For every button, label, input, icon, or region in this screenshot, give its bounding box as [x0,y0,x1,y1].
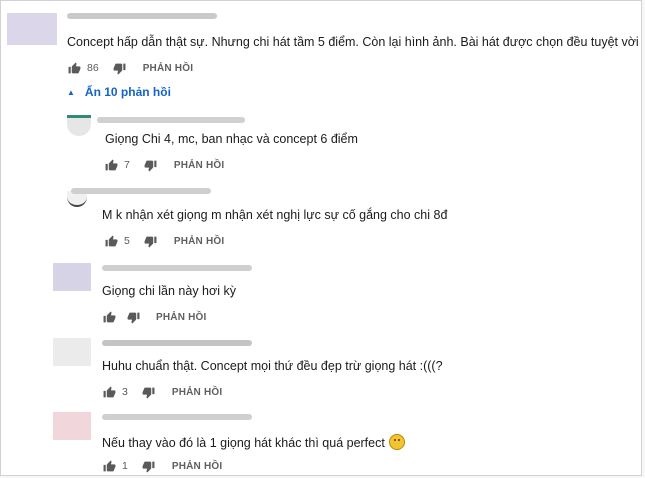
reply-text: Huhu chuẩn thật. Concept mọi thứ đều đẹp… [102,359,443,373]
like-count: 7 [124,159,130,171]
author-name[interactable] [71,188,211,194]
thumbs-up-icon[interactable] [104,234,118,248]
avatar[interactable] [53,263,91,291]
reply-button[interactable]: PHẢN HỒI [174,236,225,247]
reply-button[interactable]: PHẢN HỒI [174,160,225,171]
thumbs-up-icon[interactable] [102,385,116,399]
like-count: 86 [87,62,99,74]
author-name[interactable] [67,13,217,19]
caret-up-icon: ▲ [67,87,75,97]
reply-text-content: Nếu thay vào đó là 1 giọng hát khác thì … [102,436,385,450]
avatar[interactable] [53,338,91,366]
comment-text: Concept hấp dẫn thật sự. Nhưng chi hát t… [67,35,639,49]
author-name[interactable] [102,414,252,420]
thumbs-up-icon[interactable] [67,61,81,75]
thumbs-up-icon[interactable] [102,459,116,473]
reply-actions: PHẢN HỒI [102,310,207,324]
like-count: 3 [122,386,128,398]
reply-actions: 5 PHẢN HỒI [104,234,224,248]
reply-button[interactable]: PHẢN HỒI [143,63,194,74]
like-count: 5 [124,235,130,247]
author-name[interactable] [102,265,252,271]
comment-thread: Concept hấp dẫn thật sự. Nhưng chi hát t… [0,0,642,476]
reply-button[interactable]: PHẢN HỒI [172,387,223,398]
comment-actions: 86 PHẢN HỒI [67,61,193,75]
like-count: 1 [122,460,128,472]
thumbs-up-icon[interactable] [104,158,118,172]
reply-text: M k nhận xét giọng m nhận xét nghị lực s… [102,208,448,222]
author-name[interactable] [97,117,245,123]
reply-actions: 1 PHẢN HỒI [102,459,222,473]
thumbs-down-icon[interactable] [126,310,140,324]
avatar[interactable] [67,115,91,136]
hide-replies-label: Ẩn 10 phản hồi [84,85,171,99]
hide-replies-toggle[interactable]: ▲ Ẩn 10 phản hồi [67,85,171,99]
reply-text: Nếu thay vào đó là 1 giọng hát khác thì … [102,434,405,450]
reply-button[interactable]: PHẢN HỒI [172,461,223,472]
thumbs-down-icon[interactable] [142,459,156,473]
thumbs-down-icon[interactable] [142,385,156,399]
reply-text: Giọng chi lần này hơi kỳ [102,284,236,298]
reply-button[interactable]: PHẢN HỒI [156,312,207,323]
reply-actions: 3 PHẢN HỒI [102,385,222,399]
thumbs-down-icon[interactable] [144,158,158,172]
thumbs-down-icon[interactable] [144,234,158,248]
thumbs-up-icon[interactable] [102,310,116,324]
reply-actions: 7 PHẢN HỒI [104,158,224,172]
author-name[interactable] [102,340,252,346]
thumbs-down-icon[interactable] [113,61,127,75]
avatar[interactable] [7,13,57,45]
avatar[interactable] [53,412,91,440]
reply-text: Giọng Chi 4, mc, ban nhạc và concept 6 đ… [105,132,358,146]
grimacing-face-emoji [388,434,405,450]
